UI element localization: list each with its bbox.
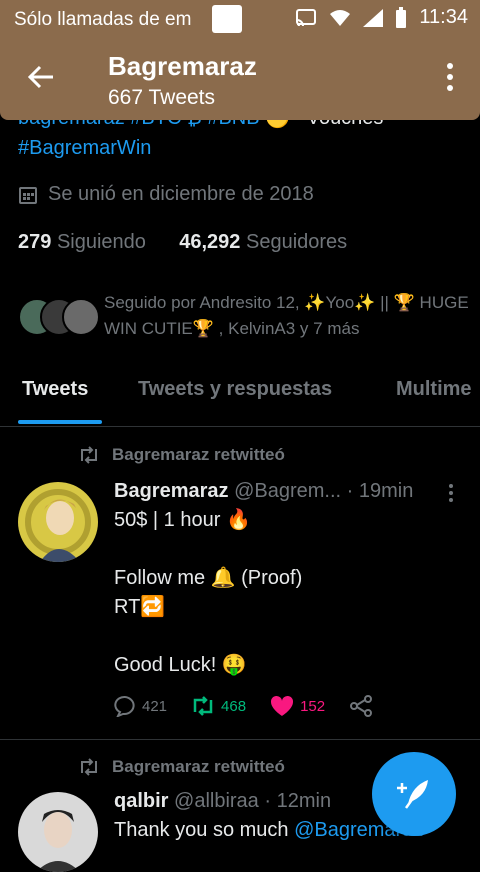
tweet-author-name[interactable]: qalbir xyxy=(114,790,168,812)
profile-app-bar: Bagremaraz 667 Tweets xyxy=(0,38,480,120)
tweet[interactable]: Bagremaraz retwitteó Bagremaraz @Bagrem.… xyxy=(0,427,480,739)
tweet-count: 667 Tweets xyxy=(108,86,216,109)
status-notification: Sólo llamadas de em xyxy=(14,9,192,30)
followed-by-text: Seguido por Andresito 12, ✨Yoo✨ || 🏆 HUG… xyxy=(104,293,469,338)
tweet-header: Bagremaraz @Bagrem... · 19min xyxy=(114,480,413,503)
profile-tabs: Tweets Tweets y respuestas Multime xyxy=(0,360,480,427)
following-label: Siguiendo xyxy=(56,231,146,253)
retweet-count: 468 xyxy=(221,697,247,715)
system-icons: 11:34 xyxy=(295,6,468,29)
reply-count: 421 xyxy=(142,697,168,715)
tweet-time: · 12min xyxy=(264,790,332,812)
follow-stats: 279 Siguiendo 46,292 Seguidores xyxy=(18,231,347,254)
followers-count: 46,292 xyxy=(179,231,241,253)
reply-icon xyxy=(114,695,135,717)
tweet-text: Thank you so much @Bagremaraz xyxy=(114,816,423,845)
heart-icon xyxy=(271,695,294,716)
retweet-context: Bagremaraz retwitteó xyxy=(78,757,285,777)
avatar[interactable] xyxy=(18,482,98,562)
signal-icon xyxy=(363,8,384,27)
followers-label: Seguidores xyxy=(245,231,348,253)
cast-icon xyxy=(296,8,317,26)
retweet-icon xyxy=(81,446,97,464)
bio-hashtag[interactable]: #BagremarWin xyxy=(18,137,151,160)
tab-tweets[interactable]: Tweets xyxy=(22,378,88,401)
wifi-icon xyxy=(330,9,351,26)
tweet-actions: 421 468 152 xyxy=(114,695,397,717)
avatar-photo xyxy=(36,810,80,872)
retweet-label: Bagremaraz retwitteó xyxy=(112,445,285,464)
calendar-icon xyxy=(19,186,37,204)
retweet-icon xyxy=(81,758,97,776)
retweet-icon xyxy=(193,696,213,716)
follower-avatars xyxy=(18,298,100,336)
compose-tweet-button[interactable] xyxy=(372,752,456,836)
following-count: 279 xyxy=(18,231,52,253)
reply-button[interactable]: 421 xyxy=(114,695,167,717)
tweet-menu-icon[interactable] xyxy=(448,483,454,503)
avatar-illustration xyxy=(25,489,91,562)
tab-tweets-and-replies[interactable]: Tweets y respuestas xyxy=(138,378,332,401)
battery-icon xyxy=(396,6,407,28)
joined-date: Se unió en diciembre de 2018 xyxy=(18,183,314,206)
page-title: Bagremaraz xyxy=(108,51,257,81)
tweet-author-name[interactable]: Bagremaraz xyxy=(114,480,229,502)
avatar xyxy=(62,298,100,336)
back-arrow-icon[interactable] xyxy=(26,62,56,92)
more-options-icon[interactable] xyxy=(446,62,454,92)
retweet-button[interactable]: 468 xyxy=(191,696,246,716)
app-notification-icon xyxy=(212,5,242,33)
avatar[interactable] xyxy=(18,792,98,872)
tab-media[interactable]: Multime xyxy=(396,378,472,401)
active-tab-indicator xyxy=(18,420,102,424)
retweet-label: Bagremaraz retwitteó xyxy=(112,757,285,776)
share-icon xyxy=(350,695,373,717)
tweet-header: qalbir @allbiraa · 12min xyxy=(114,790,331,813)
compose-feather-icon xyxy=(397,780,428,809)
status-bar: Sólo llamadas de em 11:34 xyxy=(0,0,480,38)
following-link[interactable]: 279 Siguiendo xyxy=(18,231,146,253)
share-button[interactable] xyxy=(349,695,373,717)
joined-text: Se unió en diciembre de 2018 xyxy=(48,183,314,205)
tweet-author-handle: @allbiraa xyxy=(174,790,259,812)
tweet-text-start: Thank you so much xyxy=(114,819,295,841)
status-time: 11:34 xyxy=(419,6,468,28)
tweet-time: · 19min xyxy=(346,480,414,502)
retweet-context: Bagremaraz retwitteó xyxy=(78,445,285,465)
like-button[interactable]: 152 xyxy=(270,695,325,717)
tweet-author-handle: @Bagrem... xyxy=(234,480,342,502)
like-count: 152 xyxy=(300,697,326,715)
followers-link[interactable]: 46,292 Seguidores xyxy=(179,231,347,253)
tweet-text: 50$ | 1 hour 🔥 Follow me 🔔 (Proof) RT🔁 G… xyxy=(114,509,303,676)
